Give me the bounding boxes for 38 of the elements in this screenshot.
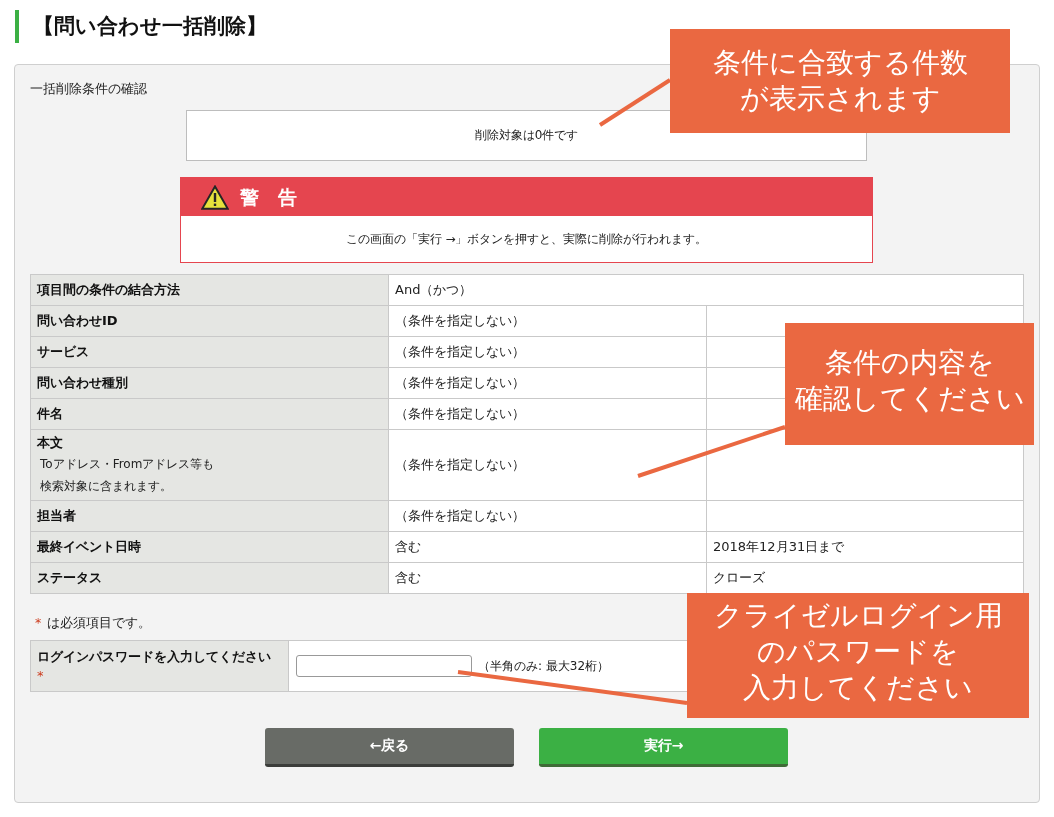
row-label: 本文 <box>37 434 64 452</box>
row-note: 検索対象に含まれます。 <box>39 478 173 495</box>
table-cell: （条件を指定しない） <box>388 336 707 368</box>
callout-text: 条件に合致する件数 <box>712 45 968 81</box>
table-cell: （条件を指定しない） <box>388 429 707 501</box>
row-header-cell: 件名 <box>30 398 389 430</box>
table-cell: 含む <box>388 531 707 563</box>
warning-message: この画面の「実行 →」ボタンを押すと、実際に削除が行われます。 <box>344 230 709 248</box>
required-note: は必須項目です。 <box>47 614 152 632</box>
table-cell: （条件を指定しない） <box>388 367 707 399</box>
field-label: ログインパスワードを入力してください <box>37 648 272 666</box>
input-hint: （半角のみ: 最大32桁） <box>478 658 610 673</box>
callout-text: のパスワードを <box>757 633 959 670</box>
row-header-cell: 問い合わせID <box>30 305 389 337</box>
table-cell: And（かつ） <box>388 274 1024 306</box>
warning-title: 警 告 <box>240 185 297 209</box>
row-header-cell: 最終イベント日時 <box>30 531 389 563</box>
back-button[interactable]: ←戻る <box>265 728 514 767</box>
warning-icon <box>201 184 229 210</box>
password-field[interactable] <box>296 655 472 677</box>
row-header-cell: 項目間の条件の結合方法 <box>30 274 389 306</box>
row-note: Toアドレス・Fromアドレス等も <box>39 456 216 473</box>
table-cell: （条件を指定しない） <box>388 398 707 430</box>
required-mark: * <box>35 614 42 632</box>
callout-text: クライゼルログイン用 <box>713 597 1003 634</box>
row-header-cell: サービス <box>30 336 389 368</box>
callout-text: 入力してください <box>743 669 973 706</box>
required-mark: * <box>37 667 45 685</box>
callout-text: 条件の内容を <box>824 345 995 381</box>
row-header-cell: ステータス <box>30 562 389 594</box>
table-cell: 2018年12月31日まで <box>706 531 1024 563</box>
row-header-cell: 問い合わせ種別 <box>30 367 389 399</box>
callout-text: 確認してください <box>794 381 1025 417</box>
table-cell: 含む <box>388 562 707 594</box>
table-cell: （条件を指定しない） <box>388 500 707 532</box>
execute-button[interactable]: 実行→ <box>539 728 788 767</box>
row-header-cell: 担当者 <box>30 500 389 532</box>
table-cell: （条件を指定しない） <box>388 305 707 337</box>
